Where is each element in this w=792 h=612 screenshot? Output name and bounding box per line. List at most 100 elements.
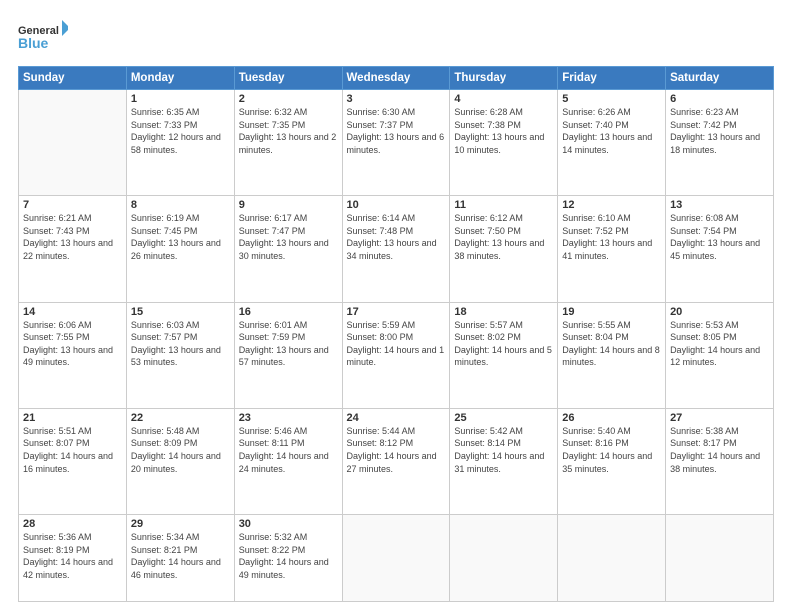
calendar-cell: 14Sunrise: 6:06 AM Sunset: 7:55 PM Dayli… — [19, 302, 127, 408]
weekday-header-friday: Friday — [558, 67, 666, 90]
day-info: Sunrise: 5:53 AM Sunset: 8:05 PM Dayligh… — [670, 319, 769, 369]
day-info: Sunrise: 6:03 AM Sunset: 7:57 PM Dayligh… — [131, 319, 230, 369]
day-info: Sunrise: 6:26 AM Sunset: 7:40 PM Dayligh… — [562, 106, 661, 156]
day-number: 16 — [239, 306, 338, 318]
day-number: 5 — [562, 93, 661, 105]
day-number: 6 — [670, 93, 769, 105]
day-info: Sunrise: 6:12 AM Sunset: 7:50 PM Dayligh… — [454, 212, 553, 262]
day-number: 24 — [347, 412, 446, 424]
day-number: 28 — [23, 518, 122, 530]
weekday-header-wednesday: Wednesday — [342, 67, 450, 90]
day-info: Sunrise: 5:34 AM Sunset: 8:21 PM Dayligh… — [131, 531, 230, 581]
day-number: 11 — [454, 199, 553, 211]
day-number: 1 — [131, 93, 230, 105]
day-number: 7 — [23, 199, 122, 211]
day-number: 29 — [131, 518, 230, 530]
weekday-header-thursday: Thursday — [450, 67, 558, 90]
day-number: 12 — [562, 199, 661, 211]
calendar-cell: 29Sunrise: 5:34 AM Sunset: 8:21 PM Dayli… — [126, 515, 234, 602]
day-number: 9 — [239, 199, 338, 211]
header: General Blue — [18, 18, 774, 58]
day-info: Sunrise: 5:46 AM Sunset: 8:11 PM Dayligh… — [239, 425, 338, 475]
calendar-cell: 30Sunrise: 5:32 AM Sunset: 8:22 PM Dayli… — [234, 515, 342, 602]
day-number: 8 — [131, 199, 230, 211]
calendar-table: SundayMondayTuesdayWednesdayThursdayFrid… — [18, 66, 774, 602]
calendar-cell: 13Sunrise: 6:08 AM Sunset: 7:54 PM Dayli… — [666, 196, 774, 302]
calendar-cell: 2Sunrise: 6:32 AM Sunset: 7:35 PM Daylig… — [234, 90, 342, 196]
calendar-body: 1Sunrise: 6:35 AM Sunset: 7:33 PM Daylig… — [19, 90, 774, 602]
calendar-cell: 27Sunrise: 5:38 AM Sunset: 8:17 PM Dayli… — [666, 408, 774, 514]
day-number: 3 — [347, 93, 446, 105]
day-info: Sunrise: 5:36 AM Sunset: 8:19 PM Dayligh… — [23, 531, 122, 581]
day-info: Sunrise: 6:10 AM Sunset: 7:52 PM Dayligh… — [562, 212, 661, 262]
logo-svg: General Blue — [18, 18, 68, 58]
day-number: 27 — [670, 412, 769, 424]
calendar-cell: 23Sunrise: 5:46 AM Sunset: 8:11 PM Dayli… — [234, 408, 342, 514]
calendar-cell: 12Sunrise: 6:10 AM Sunset: 7:52 PM Dayli… — [558, 196, 666, 302]
weekday-row: SundayMondayTuesdayWednesdayThursdayFrid… — [19, 67, 774, 90]
week-row-3: 14Sunrise: 6:06 AM Sunset: 7:55 PM Dayli… — [19, 302, 774, 408]
week-row-2: 7Sunrise: 6:21 AM Sunset: 7:43 PM Daylig… — [19, 196, 774, 302]
day-info: Sunrise: 6:14 AM Sunset: 7:48 PM Dayligh… — [347, 212, 446, 262]
week-row-1: 1Sunrise: 6:35 AM Sunset: 7:33 PM Daylig… — [19, 90, 774, 196]
day-info: Sunrise: 5:55 AM Sunset: 8:04 PM Dayligh… — [562, 319, 661, 369]
day-number: 17 — [347, 306, 446, 318]
day-number: 18 — [454, 306, 553, 318]
calendar-cell: 21Sunrise: 5:51 AM Sunset: 8:07 PM Dayli… — [19, 408, 127, 514]
day-number: 21 — [23, 412, 122, 424]
calendar-cell: 17Sunrise: 5:59 AM Sunset: 8:00 PM Dayli… — [342, 302, 450, 408]
calendar-cell: 5Sunrise: 6:26 AM Sunset: 7:40 PM Daylig… — [558, 90, 666, 196]
day-info: Sunrise: 5:44 AM Sunset: 8:12 PM Dayligh… — [347, 425, 446, 475]
day-info: Sunrise: 6:08 AM Sunset: 7:54 PM Dayligh… — [670, 212, 769, 262]
day-info: Sunrise: 5:48 AM Sunset: 8:09 PM Dayligh… — [131, 425, 230, 475]
week-row-4: 21Sunrise: 5:51 AM Sunset: 8:07 PM Dayli… — [19, 408, 774, 514]
day-number: 20 — [670, 306, 769, 318]
day-number: 22 — [131, 412, 230, 424]
calendar-cell — [19, 90, 127, 196]
day-info: Sunrise: 6:28 AM Sunset: 7:38 PM Dayligh… — [454, 106, 553, 156]
day-info: Sunrise: 5:51 AM Sunset: 8:07 PM Dayligh… — [23, 425, 122, 475]
day-info: Sunrise: 6:06 AM Sunset: 7:55 PM Dayligh… — [23, 319, 122, 369]
calendar-cell: 7Sunrise: 6:21 AM Sunset: 7:43 PM Daylig… — [19, 196, 127, 302]
day-info: Sunrise: 5:57 AM Sunset: 8:02 PM Dayligh… — [454, 319, 553, 369]
calendar-cell: 4Sunrise: 6:28 AM Sunset: 7:38 PM Daylig… — [450, 90, 558, 196]
calendar-cell: 24Sunrise: 5:44 AM Sunset: 8:12 PM Dayli… — [342, 408, 450, 514]
calendar-cell — [558, 515, 666, 602]
weekday-header-tuesday: Tuesday — [234, 67, 342, 90]
day-number: 25 — [454, 412, 553, 424]
page: General Blue SundayMondayTuesdayWednesda… — [0, 0, 792, 612]
day-info: Sunrise: 6:35 AM Sunset: 7:33 PM Dayligh… — [131, 106, 230, 156]
calendar-cell: 22Sunrise: 5:48 AM Sunset: 8:09 PM Dayli… — [126, 408, 234, 514]
logo: General Blue — [18, 18, 68, 58]
calendar-cell: 26Sunrise: 5:40 AM Sunset: 8:16 PM Dayli… — [558, 408, 666, 514]
day-number: 14 — [23, 306, 122, 318]
day-number: 26 — [562, 412, 661, 424]
day-info: Sunrise: 6:32 AM Sunset: 7:35 PM Dayligh… — [239, 106, 338, 156]
calendar-cell: 18Sunrise: 5:57 AM Sunset: 8:02 PM Dayli… — [450, 302, 558, 408]
day-number: 13 — [670, 199, 769, 211]
day-info: Sunrise: 6:23 AM Sunset: 7:42 PM Dayligh… — [670, 106, 769, 156]
svg-text:Blue: Blue — [18, 35, 49, 51]
day-number: 30 — [239, 518, 338, 530]
day-info: Sunrise: 6:30 AM Sunset: 7:37 PM Dayligh… — [347, 106, 446, 156]
week-row-5: 28Sunrise: 5:36 AM Sunset: 8:19 PM Dayli… — [19, 515, 774, 602]
day-number: 4 — [454, 93, 553, 105]
day-number: 10 — [347, 199, 446, 211]
day-info: Sunrise: 6:19 AM Sunset: 7:45 PM Dayligh… — [131, 212, 230, 262]
calendar-cell: 11Sunrise: 6:12 AM Sunset: 7:50 PM Dayli… — [450, 196, 558, 302]
day-info: Sunrise: 6:17 AM Sunset: 7:47 PM Dayligh… — [239, 212, 338, 262]
calendar-header: SundayMondayTuesdayWednesdayThursdayFrid… — [19, 67, 774, 90]
day-info: Sunrise: 5:42 AM Sunset: 8:14 PM Dayligh… — [454, 425, 553, 475]
day-info: Sunrise: 6:21 AM Sunset: 7:43 PM Dayligh… — [23, 212, 122, 262]
calendar-cell: 9Sunrise: 6:17 AM Sunset: 7:47 PM Daylig… — [234, 196, 342, 302]
calendar-cell — [450, 515, 558, 602]
calendar-cell — [342, 515, 450, 602]
day-info: Sunrise: 6:01 AM Sunset: 7:59 PM Dayligh… — [239, 319, 338, 369]
calendar-cell: 1Sunrise: 6:35 AM Sunset: 7:33 PM Daylig… — [126, 90, 234, 196]
day-info: Sunrise: 5:59 AM Sunset: 8:00 PM Dayligh… — [347, 319, 446, 369]
day-info: Sunrise: 5:32 AM Sunset: 8:22 PM Dayligh… — [239, 531, 338, 581]
weekday-header-monday: Monday — [126, 67, 234, 90]
calendar-cell: 8Sunrise: 6:19 AM Sunset: 7:45 PM Daylig… — [126, 196, 234, 302]
calendar-cell: 28Sunrise: 5:36 AM Sunset: 8:19 PM Dayli… — [19, 515, 127, 602]
calendar-cell: 16Sunrise: 6:01 AM Sunset: 7:59 PM Dayli… — [234, 302, 342, 408]
